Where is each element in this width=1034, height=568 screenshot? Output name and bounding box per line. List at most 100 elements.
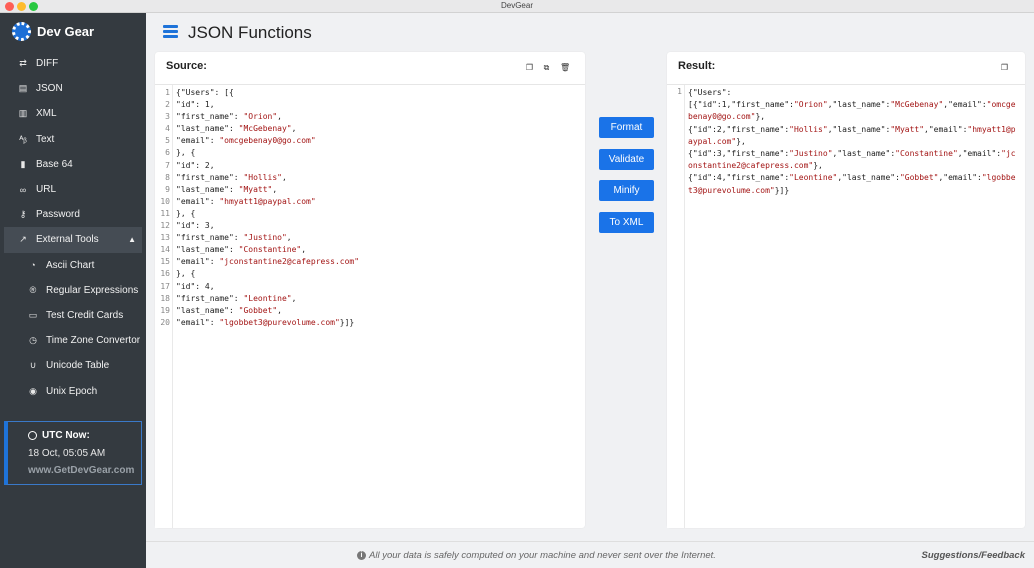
line-number: 19 [160, 305, 170, 315]
line-number: 11 [160, 208, 170, 218]
code-line: "id": 2, [176, 160, 215, 170]
code-line: "first_name": "Leontine", [176, 293, 297, 303]
sidebar-nav: ⇄ DIFF ▤ JSON ▥ XML ᴬᵦ Text ▮ Base 64 ∞ URL ⚷ P… [4, 51, 142, 404]
line-number-gutter [667, 85, 685, 528]
code-line: "id": 4, [176, 281, 215, 291]
result-line-number: 1 [677, 87, 682, 96]
line-number: 15 [160, 257, 170, 267]
result-label: Result: [678, 60, 716, 72]
code-line: [{"id":1,"first_name":"Orion","last_name… [688, 100, 1016, 110]
sidebar-item-label: Unix Epoch [46, 385, 98, 397]
line-number: 12 [160, 221, 170, 231]
sidebar-item-label: External Tools [36, 234, 99, 246]
code-line: "email": "omcgebenay0@go.com" [176, 136, 316, 146]
code-line: "last_name": "Constantine", [176, 245, 307, 255]
copy-icon[interactable]: ❐ [1000, 63, 1009, 73]
registered-icon: ® [29, 285, 37, 296]
code-line: "last_name": "Gobbet", [176, 305, 282, 315]
chevron-up-icon: ▲ [128, 235, 136, 245]
validate-button[interactable]: Validate [599, 149, 654, 170]
code-line: {"id":3,"first_name":"Justino","last_nam… [688, 148, 1016, 158]
code-line: "last_name": "McGebenay", [176, 124, 297, 134]
source-line-numbers: 1 2 3 4 5 6 7 8 9 10 11 12 13 14 15 16 17 18 19 20 [155, 87, 173, 329]
code-line: benay0@go.com"}, [688, 112, 766, 122]
privacy-note: All your data is safely computed on your… [369, 550, 716, 561]
code-line: {"id":2,"first_name":"Hollis","last_name… [688, 124, 1016, 134]
code-line: {"Users": [{ [176, 88, 234, 97]
sidebar-item-test-credit-cards[interactable]: ▭ Test Credit Cards [4, 303, 142, 328]
clock-icon: ◷ [29, 335, 37, 346]
website-link[interactable]: www.GetDevGear.com [28, 465, 141, 476]
code-line: "email": "jconstantine2@cafepress.com" [176, 257, 360, 267]
sidebar: Dev Gear ⇄ DIFF ▤ JSON ▥ XML ᴬᵦ Text ▮ Base 6… [0, 13, 146, 568]
code-line: "id": 1, [176, 100, 215, 110]
line-number: 10 [160, 196, 170, 206]
code-line: }, { [176, 269, 196, 279]
sidebar-item-ascii-chart[interactable]: ◔ Ascii Chart [4, 253, 142, 278]
text-icon: ᴬᵦ [19, 134, 27, 145]
paste-icon[interactable]: ⧉ [542, 63, 551, 73]
line-number: 6 [165, 148, 170, 158]
info-icon: i [357, 551, 366, 560]
menu-icon[interactable] [163, 25, 178, 38]
code-line: aypal.com"}, [688, 136, 746, 146]
sidebar-item-xml[interactable]: ▥ XML [4, 101, 142, 126]
stopwatch-icon: ◉ [29, 385, 37, 396]
sidebar-item-external-tools[interactable]: ↗ External Tools ▲ [4, 227, 142, 253]
result-code[interactable]: {"Users": [{"id":1,"first_name":"Orion","… [688, 87, 1023, 197]
sidebar-item-password[interactable]: ⚷ Password [4, 202, 142, 227]
sidebar-item-regular-expressions[interactable]: ® Regular Expressions [4, 278, 142, 303]
sidebar-item-label: Text [36, 133, 55, 145]
source-code[interactable]: {"Users": [{"id": 1, "first_name": "Orion… [176, 87, 581, 329]
window-title-bar: DevGear [0, 0, 1034, 13]
code-line: "last_name": "Myatt", [176, 184, 278, 194]
line-number: 18 [160, 293, 170, 303]
sidebar-item-label: XML [36, 108, 57, 120]
trash-icon[interactable]: 🗑 [560, 63, 570, 73]
sidebar-item-label: DIFF [36, 58, 59, 70]
sidebar-item-label: Unicode Table [46, 360, 110, 372]
file-icon: ▮ [20, 158, 26, 169]
code-line: }, { [176, 148, 196, 158]
line-number: 14 [160, 245, 170, 255]
sidebar-item-label: Time Zone Convertor [46, 335, 141, 347]
sidebar-item-unicode-table[interactable]: ∪ Unicode Table [4, 353, 142, 378]
to-xml-button[interactable]: To XML [599, 212, 654, 233]
line-number: 3 [165, 112, 170, 122]
format-button[interactable]: Format [599, 117, 654, 138]
xml-icon: ▥ [18, 108, 28, 119]
feedback-link[interactable]: Suggestions/Feedback [922, 550, 1025, 561]
code-line: "first_name": "Hollis", [176, 172, 287, 182]
line-number: 16 [160, 269, 170, 279]
sidebar-item-unix-epoch[interactable]: ◉ Unix Epoch [4, 378, 142, 403]
sidebar-item-label: Regular Expressions [46, 284, 139, 296]
line-number: 9 [165, 184, 170, 194]
diff-icon: ⇄ [19, 58, 27, 69]
sidebar-item-label: Base 64 [36, 158, 73, 170]
sidebar-item-label: Ascii Chart [46, 259, 95, 271]
code-line: "email": "hmyatt1@paypal.com" [176, 196, 316, 206]
line-number: 2 [165, 100, 170, 110]
minify-button[interactable]: Minify [599, 180, 654, 201]
code-line: "email": "lgobbet3@purevolume.com"}]} [176, 317, 355, 327]
code-line: {"id":4,"first_name":"Leontine","last_na… [688, 173, 1016, 183]
sidebar-item-text[interactable]: ᴬᵦ Text [4, 127, 142, 152]
line-number: 4 [165, 124, 170, 134]
sidebar-item-label: URL [36, 184, 57, 196]
sidebar-item-base64[interactable]: ▮ Base 64 [4, 152, 142, 177]
line-number: 13 [160, 233, 170, 243]
page-title: JSON Functions [188, 23, 312, 42]
sidebar-item-url[interactable]: ∞ URL [4, 177, 142, 202]
brand[interactable]: Dev Gear [12, 21, 94, 41]
json-icon: ▤ [18, 83, 28, 94]
code-line: "first_name": "Justino", [176, 233, 292, 243]
sidebar-item-json[interactable]: ▤ JSON [4, 76, 142, 101]
code-line: "id": 3, [176, 221, 215, 231]
line-number: 17 [160, 281, 170, 291]
magnet-icon: ∪ [29, 360, 37, 371]
line-number: 8 [165, 172, 170, 182]
copy-icon[interactable]: ❐ [525, 63, 534, 73]
sidebar-item-diff[interactable]: ⇄ DIFF [4, 51, 142, 76]
sidebar-item-time-zone-convertor[interactable]: ◷ Time Zone Convertor [4, 328, 142, 353]
line-number: 7 [165, 160, 170, 170]
